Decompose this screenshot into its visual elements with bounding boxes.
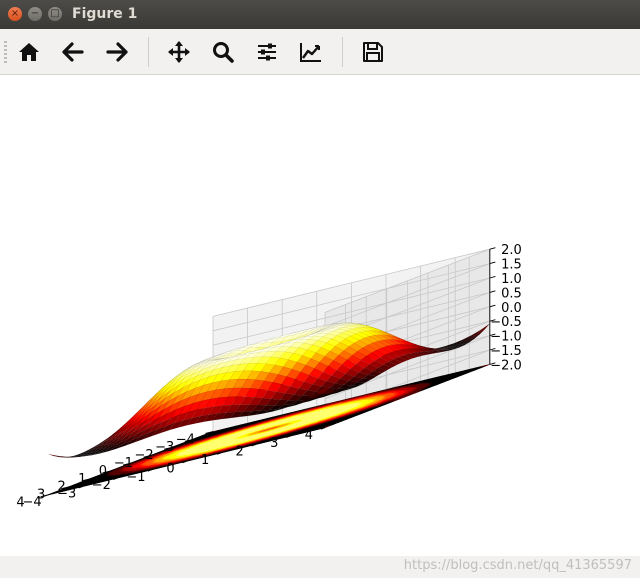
move-icon: [168, 41, 190, 63]
z-tick: [489, 290, 496, 293]
window-title: Figure 1: [72, 6, 138, 22]
z-tick-label: 0.0: [501, 301, 522, 316]
navigation-toolbar: [0, 29, 640, 75]
z-tick-label: −1.5: [490, 344, 522, 359]
x-tick-label: −4: [176, 432, 195, 447]
z-tick-label: −2.0: [490, 358, 522, 373]
figure-canvas[interactable]: −4 −3 −2 −1 0 1 2 3 4 −4 −3 −2 −1 0 1 2 3 4 −2.0 −1.5 −1.0 −0…: [0, 75, 640, 556]
arrow-right-icon: [106, 42, 128, 62]
y-tick-label: −1: [126, 470, 145, 485]
close-window-button[interactable]: ×: [8, 7, 22, 21]
sliders-icon: [258, 43, 276, 61]
edit-axes-button[interactable]: [296, 37, 326, 67]
forward-button[interactable]: [102, 37, 132, 67]
arrow-left-icon: [62, 42, 84, 62]
save-icon: [363, 42, 383, 62]
zoom-button[interactable]: [208, 37, 238, 67]
y-tick-label: 0: [166, 461, 174, 476]
figure-window: × − □ Figure 1 −4 −3 −2 −1 0 1 2 3 4 −4 …: [0, 0, 640, 578]
z-tick-label: 2.0: [501, 243, 522, 258]
y-tick-label: 2: [236, 445, 244, 460]
y-tick-label: −4: [23, 495, 42, 510]
home-button[interactable]: [14, 37, 44, 67]
maximize-window-button[interactable]: □: [48, 7, 62, 21]
y-tick-label: −3: [57, 487, 76, 502]
x-tick-label: 1: [78, 472, 86, 487]
z-tick-label: 1.0: [501, 272, 522, 287]
z-tick: [489, 276, 496, 279]
toolbar-separator: [342, 37, 343, 67]
save-button[interactable]: [358, 37, 388, 67]
watermark: https://blog.csdn.net/qq_41365597: [403, 558, 632, 573]
y-tick-label: 1: [201, 453, 209, 468]
surface-facet: [48, 453, 63, 458]
minimize-window-button[interactable]: −: [28, 7, 42, 21]
z-tick: [489, 261, 496, 265]
title-bar: × − □ Figure 1: [0, 0, 640, 29]
status-bar: https://blog.csdn.net/qq_41365597: [0, 556, 640, 578]
home-icon: [19, 43, 39, 61]
back-button[interactable]: [58, 37, 88, 67]
y-tick-label: 3: [270, 436, 278, 451]
line-chart-icon: [300, 43, 321, 62]
z-tick-label: 1.5: [501, 258, 522, 273]
pan-button[interactable]: [164, 37, 194, 67]
toolbar-separator: [148, 37, 149, 67]
z-tick: [489, 304, 496, 308]
subplots-button[interactable]: [252, 37, 282, 67]
zoom-icon: [213, 42, 234, 63]
z-tick-label: −0.5: [490, 315, 522, 330]
x-tick-label: −1: [114, 456, 133, 471]
x-tick-label: 0: [99, 464, 107, 479]
z-tick: [489, 247, 496, 250]
x-tick-label: −3: [155, 440, 174, 455]
surface-plot-3d[interactable]: −4−3−2−101234−4−3−2−101234−2.0−1.5−1.0−0…: [0, 75, 640, 556]
x-tick-label: −2: [135, 448, 154, 463]
z-tick-label: −1.0: [490, 330, 522, 345]
y-tick-label: 4: [305, 428, 313, 443]
y-tick-label: −2: [92, 478, 111, 493]
toolbar-grip[interactable]: [4, 41, 7, 63]
z-tick-label: 0.5: [501, 286, 522, 301]
